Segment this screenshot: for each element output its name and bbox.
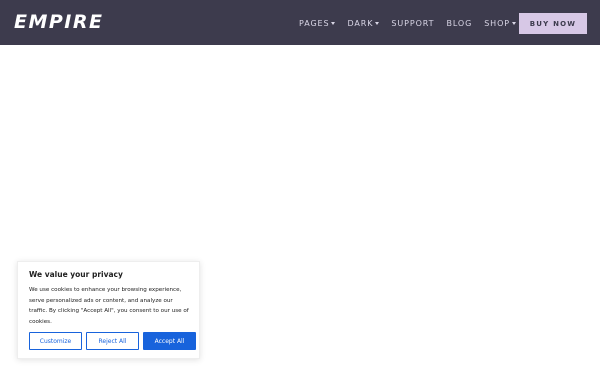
main-nav: PAGES DARK SUPPORT BLOG SHOP bbox=[299, 17, 517, 29]
chevron-down-icon bbox=[331, 21, 336, 25]
nav-item-label: PAGES bbox=[299, 18, 330, 28]
cookie-banner-title: We value your privacy bbox=[29, 270, 123, 279]
nav-item-label: DARK bbox=[347, 18, 374, 28]
nav-item-blog[interactable]: BLOG bbox=[446, 19, 472, 28]
customize-button[interactable]: Customize bbox=[29, 332, 82, 350]
nav-item-label: BLOG bbox=[446, 18, 473, 28]
reject-all-button[interactable]: Reject All bbox=[86, 332, 139, 350]
nav-item-label: SUPPORT bbox=[391, 18, 435, 28]
chevron-down-icon bbox=[375, 21, 380, 25]
nav-item-pages[interactable]: PAGES bbox=[299, 18, 336, 28]
cookie-button-group: Customize Reject All Accept All bbox=[29, 332, 196, 350]
nav-item-shop[interactable]: SHOP bbox=[484, 18, 517, 28]
chevron-down-icon bbox=[512, 21, 517, 25]
site-header: EMPIRE PAGES DARK SUPPORT BLOG SHOP BUY … bbox=[0, 0, 600, 45]
accept-all-button[interactable]: Accept All bbox=[143, 332, 196, 350]
buy-now-button[interactable]: BUY NOW bbox=[519, 13, 587, 34]
cookie-banner-text: We use cookies to enhance your browsing … bbox=[29, 287, 189, 325]
nav-item-label: SHOP bbox=[484, 18, 511, 28]
nav-item-dark[interactable]: DARK bbox=[347, 18, 380, 28]
nav-item-support[interactable]: SUPPORT bbox=[391, 19, 434, 28]
cookie-consent-banner: We value your privacy We use cookies to … bbox=[17, 261, 200, 359]
site-logo[interactable]: EMPIRE bbox=[14, 9, 104, 35]
